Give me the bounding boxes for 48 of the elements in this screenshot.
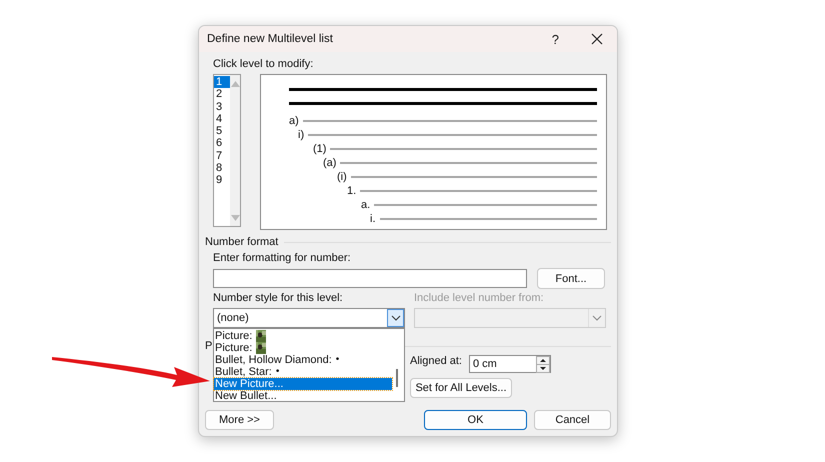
caret-icon	[390, 315, 400, 321]
level-item[interactable]: 2	[214, 88, 230, 101]
cancel-button[interactable]: Cancel	[534, 410, 611, 430]
style-option[interactable]: Picture:	[214, 330, 392, 342]
level-item[interactable]: 9	[214, 174, 230, 187]
level-item[interactable]: 5	[214, 125, 230, 138]
scrollbar-thumb[interactable]	[396, 369, 398, 387]
section-title: P	[205, 340, 212, 352]
help-button[interactable]: ?	[552, 32, 559, 46]
style-option[interactable]: New Bullet...	[214, 390, 392, 402]
preview-number: i)	[298, 129, 304, 141]
format-field[interactable]	[213, 269, 527, 288]
style-dropdown[interactable]: (none)	[213, 308, 405, 328]
preview-number: (i)	[337, 171, 347, 183]
more-button[interactable]: More >>	[205, 410, 274, 430]
style-option[interactable]: Bullet, Hollow Diamond: •	[214, 354, 392, 366]
level-item[interactable]: 8	[214, 162, 230, 174]
aligned-label: Aligned at:	[410, 355, 462, 368]
scroll-down-icon[interactable]	[230, 215, 240, 221]
level-label: Click level to modify:	[213, 58, 314, 71]
dialog-title: Define new Multilevel list	[207, 33, 334, 45]
level-item[interactable]: 3	[214, 100, 230, 113]
level-item[interactable]: 4	[214, 112, 230, 126]
preview-number: a)	[289, 115, 299, 127]
set-all-levels-button[interactable]: Set for All Levels...	[410, 378, 512, 398]
style-option[interactable]: New Picture...	[214, 378, 392, 390]
style-label: Number style for this level:	[213, 292, 343, 305]
format-label: Enter formatting for number:	[213, 252, 351, 265]
font-button[interactable]: Font...	[537, 268, 605, 289]
section-title: Number format	[205, 236, 278, 248]
caret-icon	[592, 315, 602, 321]
style-option[interactable]: Bullet, Star: •	[214, 366, 392, 378]
close-icon[interactable]	[591, 33, 603, 45]
level-item[interactable]: 6	[214, 137, 230, 150]
preview-number: 1.	[347, 185, 356, 197]
level-item[interactable]: 7	[214, 150, 230, 162]
spin-arrows-icon[interactable]	[536, 356, 550, 372]
level-item[interactable]: 1	[214, 76, 230, 88]
level-list[interactable]: 1 2 3 4 5 6 7 8 9	[213, 74, 241, 227]
preview-number: i.	[370, 213, 376, 225]
include-label: Include level number from:	[414, 292, 544, 305]
ok-button[interactable]: OK	[424, 410, 527, 430]
scroll-up-icon[interactable]	[230, 81, 240, 87]
preview-number: (a)	[323, 157, 336, 169]
aligned-field[interactable]: 0 cm	[468, 355, 551, 373]
preview-number: a.	[361, 199, 370, 211]
style-option[interactable]: Picture:	[214, 342, 392, 354]
preview-number: (1)	[313, 143, 326, 155]
